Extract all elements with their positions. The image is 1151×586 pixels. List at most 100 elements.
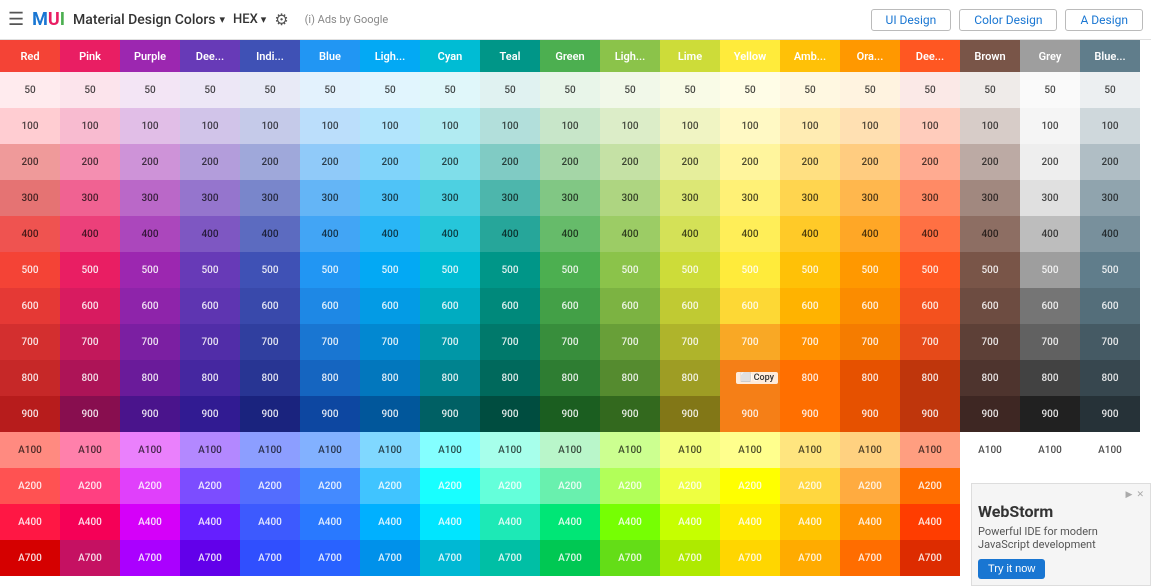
color-cell[interactable]: A100 [960, 432, 1020, 468]
color-cell[interactable]: 200 [840, 144, 900, 180]
color-cell[interactable]: 900 [120, 396, 180, 432]
nav-tab-a-design[interactable]: A Design [1065, 9, 1143, 31]
color-cell[interactable]: 600 [960, 288, 1020, 324]
color-cell[interactable]: 100 [0, 108, 60, 144]
color-cell[interactable]: 900 [240, 396, 300, 432]
color-cell[interactable]: 700 [540, 324, 600, 360]
color-cell[interactable]: 500 [480, 252, 540, 288]
color-cell[interactable]: 800 [240, 360, 300, 396]
color-cell[interactable]: 900 [600, 396, 660, 432]
color-cell[interactable]: 700 [0, 324, 60, 360]
color-cell[interactable]: A100 [900, 432, 960, 468]
color-cell[interactable]: A200 [300, 468, 360, 504]
color-cell[interactable]: 300 [900, 180, 960, 216]
color-cell[interactable]: A400 [60, 504, 120, 540]
color-cell[interactable]: 300 [1080, 180, 1140, 216]
color-cell[interactable]: 900 [420, 396, 480, 432]
color-cell[interactable]: 600 [1080, 288, 1140, 324]
color-cell[interactable]: 50 [960, 72, 1020, 108]
color-cell[interactable]: 200 [240, 144, 300, 180]
color-cell[interactable]: 800 [420, 360, 480, 396]
hex-selector[interactable]: HEX ▾ [233, 12, 266, 27]
color-cell[interactable]: 700 [300, 324, 360, 360]
color-cell[interactable]: 400 [720, 216, 780, 252]
color-cell[interactable]: 800 [360, 360, 420, 396]
color-cell[interactable]: 500 [600, 252, 660, 288]
color-cell[interactable]: 200 [540, 144, 600, 180]
color-cell[interactable]: 800 [60, 360, 120, 396]
color-cell[interactable]: 600 [780, 288, 840, 324]
color-cell[interactable]: 200 [600, 144, 660, 180]
color-cell[interactable]: 500 [840, 252, 900, 288]
color-cell[interactable]: 600 [900, 288, 960, 324]
color-cell[interactable]: A200 [840, 468, 900, 504]
color-cell[interactable]: 50 [120, 72, 180, 108]
color-cell[interactable]: 700 [120, 324, 180, 360]
color-cell[interactable]: A200 [120, 468, 180, 504]
app-title[interactable]: Material Design Colors ▾ [73, 12, 225, 28]
color-cell[interactable]: 400 [840, 216, 900, 252]
color-cell[interactable]: A700 [180, 540, 240, 576]
color-cell[interactable]: 300 [180, 180, 240, 216]
color-cell[interactable]: 900 [300, 396, 360, 432]
color-cell[interactable]: 700 [720, 324, 780, 360]
color-cell[interactable]: 300 [720, 180, 780, 216]
color-cell[interactable]: 100 [720, 108, 780, 144]
color-cell[interactable]: 50 [480, 72, 540, 108]
color-cell[interactable]: A400 [360, 504, 420, 540]
color-cell[interactable]: 400 [240, 216, 300, 252]
color-cell[interactable]: 700 [420, 324, 480, 360]
color-cell[interactable]: A100 [540, 432, 600, 468]
color-cell[interactable]: A700 [660, 540, 720, 576]
color-cell[interactable]: A700 [780, 540, 840, 576]
color-cell[interactable]: 50 [660, 72, 720, 108]
color-cell[interactable]: 200 [660, 144, 720, 180]
color-cell[interactable]: 200 [120, 144, 180, 180]
color-cell[interactable]: 50 [900, 72, 960, 108]
color-cell[interactable]: A400 [240, 504, 300, 540]
color-cell[interactable]: 800 [120, 360, 180, 396]
color-cell[interactable]: 600 [300, 288, 360, 324]
color-cell[interactable]: 600 [60, 288, 120, 324]
color-cell[interactable]: A400 [900, 504, 960, 540]
color-cell[interactable]: 200 [60, 144, 120, 180]
color-cell[interactable]: 100 [660, 108, 720, 144]
color-cell[interactable]: 400 [0, 216, 60, 252]
color-cell[interactable]: 200 [720, 144, 780, 180]
color-cell[interactable]: 500 [180, 252, 240, 288]
color-cell[interactable]: A100 [1080, 432, 1140, 468]
color-cell[interactable]: 500 [1020, 252, 1080, 288]
color-cell[interactable]: 900 [960, 396, 1020, 432]
color-cell[interactable]: A700 [840, 540, 900, 576]
color-cell[interactable]: 600 [1020, 288, 1080, 324]
color-cell[interactable]: 900 [0, 396, 60, 432]
color-cell[interactable]: A100 [480, 432, 540, 468]
color-cell[interactable]: 200 [480, 144, 540, 180]
color-cell[interactable]: A200 [540, 468, 600, 504]
color-cell[interactable]: A200 [240, 468, 300, 504]
color-cell[interactable]: 700 [60, 324, 120, 360]
color-cell[interactable]: 900 [1020, 396, 1080, 432]
color-cell[interactable]: 800 [180, 360, 240, 396]
color-cell[interactable]: 200 [780, 144, 840, 180]
color-cell[interactable]: 600 [240, 288, 300, 324]
color-cell[interactable]: 600 [180, 288, 240, 324]
color-cell[interactable]: 400 [900, 216, 960, 252]
color-cell[interactable]: 200 [1080, 144, 1140, 180]
color-cell[interactable]: A400 [660, 504, 720, 540]
color-cell[interactable]: A200 [360, 468, 420, 504]
color-cell[interactable]: 400 [480, 216, 540, 252]
color-cell[interactable]: 300 [0, 180, 60, 216]
color-cell[interactable]: A200 [180, 468, 240, 504]
color-cell[interactable]: 600 [360, 288, 420, 324]
color-cell[interactable]: 300 [960, 180, 1020, 216]
color-cell[interactable]: 300 [360, 180, 420, 216]
color-cell[interactable]: A200 [900, 468, 960, 504]
color-cell[interactable]: 100 [60, 108, 120, 144]
color-cell[interactable]: A100 [420, 432, 480, 468]
color-cell[interactable]: 500 [300, 252, 360, 288]
color-cell[interactable]: 500 [720, 252, 780, 288]
color-cell[interactable]: A400 [720, 504, 780, 540]
color-cell[interactable]: 800 [600, 360, 660, 396]
color-cell[interactable]: 800 [660, 360, 720, 396]
